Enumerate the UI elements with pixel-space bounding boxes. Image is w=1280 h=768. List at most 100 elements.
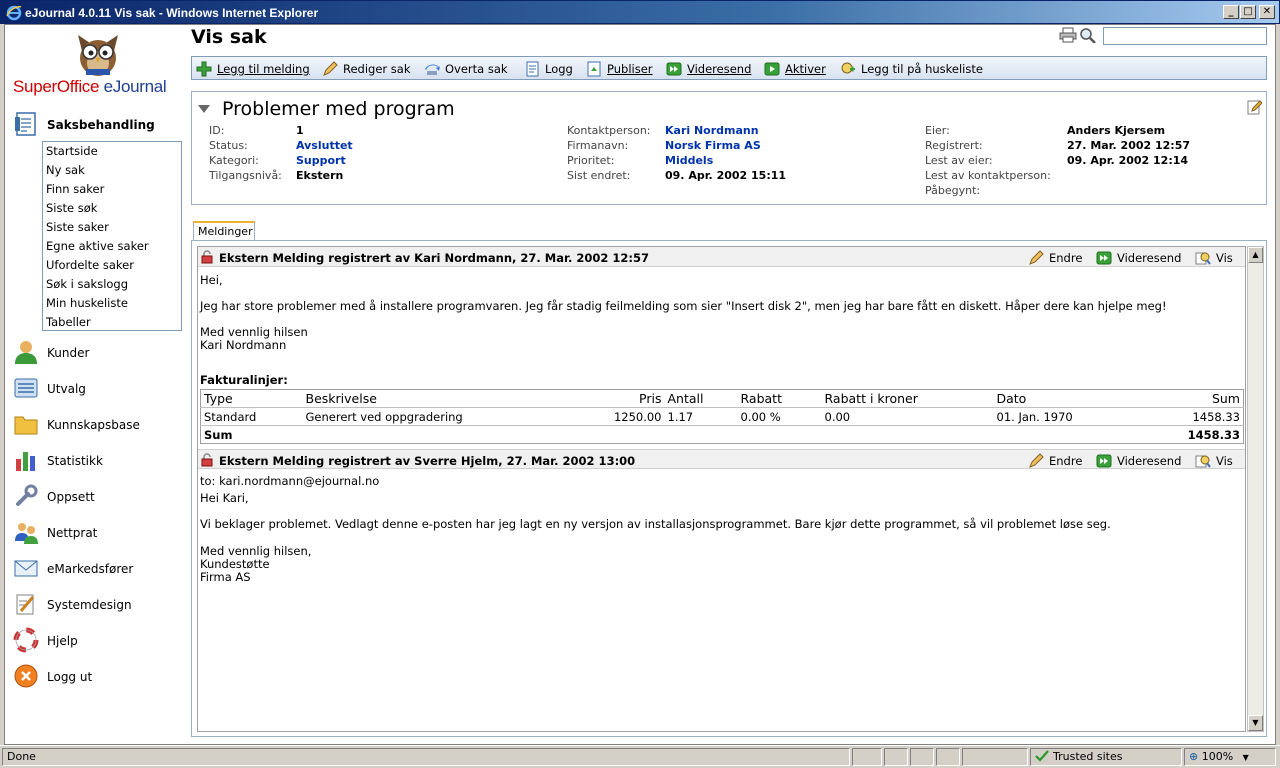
design-tools-icon <box>16 594 35 615</box>
nav-kunnskapsbase[interactable]: Kunnskapsbase <box>13 409 189 439</box>
log-button[interactable]: Logg <box>524 60 573 78</box>
action-toolbar: Legg til melding Rediger sak Overta sak <box>191 56 1267 80</box>
nav-utvalg[interactable]: Utvalg <box>13 373 189 403</box>
view-message-button[interactable]: Vis <box>1195 453 1233 469</box>
edit-message-button[interactable]: Endre <box>1028 453 1082 469</box>
view-icon <box>1195 252 1211 265</box>
nav-kunder-label: Kunder <box>47 346 90 360</box>
bar-chart-icon <box>16 452 35 471</box>
submenu-siste-saker[interactable]: Siste saker <box>43 218 181 237</box>
lifebuoy-icon <box>13 627 39 653</box>
checkmark-icon <box>1035 750 1049 762</box>
tab-meldinger[interactable]: Meldinger <box>193 221 255 241</box>
submenu-siste-sok[interactable]: Siste søk <box>43 199 181 218</box>
submenu-min-huskeliste[interactable]: Min huskeliste <box>43 294 181 313</box>
status-bar: Done Trusted sites ⊕ 100% ▼ <box>0 745 1280 768</box>
invoice-sum-row: Sum 1458.33 <box>200 425 1244 444</box>
window-titlebar: eJournal 4.0.11 Vis sak - Windows Intern… <box>0 0 1280 24</box>
add-message-button[interactable]: Legg til melding <box>196 60 310 78</box>
search-input[interactable] <box>1103 27 1267 45</box>
person-icon <box>15 341 37 364</box>
logout-icon <box>14 664 38 688</box>
field-priority: Prioritet: Middels <box>567 154 714 167</box>
forward-message-button[interactable]: Videresend <box>1096 453 1181 469</box>
nav-systemdesign-label: Systemdesign <box>47 598 132 612</box>
publish-button[interactable]: Publiser <box>586 60 653 78</box>
edit-message-button[interactable]: Endre <box>1028 250 1082 266</box>
contact-person-link[interactable]: Kari Nordmann <box>665 124 759 137</box>
forward-button[interactable]: Videresend <box>666 60 751 78</box>
collapse-triangle-icon[interactable] <box>198 104 210 114</box>
status-text: Done <box>2 748 850 766</box>
folder-icon <box>14 416 38 435</box>
nav-kunder[interactable]: Kunder <box>13 337 189 367</box>
wrench-icon <box>16 484 38 506</box>
security-zone: Trusted sites <box>1030 748 1182 766</box>
unlock-icon <box>201 250 213 264</box>
view-icon <box>1195 455 1211 468</box>
pencil-icon <box>1029 250 1044 265</box>
nav-oppsett-label: Oppsett <box>47 490 95 504</box>
category-link[interactable]: Support <box>296 154 346 167</box>
zoom-control[interactable]: ⊕ 100% ▼ <box>1184 748 1276 766</box>
field-status: Status: Avsluttet <box>209 139 353 152</box>
unlock-icon <box>201 453 213 467</box>
window-title: eJournal 4.0.11 Vis sak - Windows Intern… <box>25 6 319 20</box>
submenu-finn-saker[interactable]: Finn saker <box>43 180 181 199</box>
scroll-up-arrow-icon[interactable]: ▲ <box>1248 247 1263 263</box>
activate-icon <box>764 62 780 76</box>
case-subject: Problemer med program <box>222 98 455 120</box>
submenu-sok-i-sakslogg[interactable]: Søk i sakslogg <box>43 275 181 294</box>
submenu-egne-aktive-saker[interactable]: Egne aktive saker <box>43 237 181 256</box>
activate-button[interactable]: Aktiver <box>764 60 826 78</box>
search-icon[interactable] <box>1079 27 1097 43</box>
minimize-button[interactable]: _ <box>1223 5 1239 19</box>
nav-oppsett[interactable]: Oppsett <box>13 481 189 511</box>
priority-link[interactable]: Middels <box>665 154 713 167</box>
superoffice-ejournal-logo: SuperOffice eJournal <box>13 77 167 96</box>
forward-icon <box>666 62 682 76</box>
submenu-ny-sak[interactable]: Ny sak <box>43 161 181 180</box>
page-title: Vis sak <box>191 26 267 48</box>
field-contact-person: Kontaktperson: Kari Nordmann <box>567 124 759 137</box>
status-link[interactable]: Avsluttet <box>296 139 353 152</box>
log-icon <box>526 61 539 77</box>
vertical-scrollbar[interactable]: ▲ ▼ <box>1247 246 1264 732</box>
edit-case-button[interactable]: Rediger sak <box>322 60 411 78</box>
field-company: Firmanavn: Norsk Firma AS <box>567 139 761 152</box>
nav-systemdesign[interactable]: Systemdesign <box>13 589 189 619</box>
nav-saksbehandling-label: Saksbehandling <box>47 118 155 132</box>
nav-statistikk[interactable]: Statistikk <box>13 445 189 475</box>
view-message-button[interactable]: Vis <box>1195 250 1233 266</box>
print-icon[interactable] <box>1059 27 1077 43</box>
submenu-tabeller[interactable]: Tabeller <box>43 313 181 332</box>
message-body: Hei, Jeg har store problemer med å instal… <box>200 273 1167 352</box>
main-content: Vis sak Legg til melding Rediger sak Ove… <box>191 25 1275 744</box>
forward-message-button[interactable]: Videresend <box>1096 250 1181 266</box>
nav-statistikk-label: Statistikk <box>47 454 103 468</box>
nav-logg-ut-label: Logg ut <box>47 670 93 684</box>
nav-logg-ut[interactable]: Logg ut <box>13 661 189 691</box>
pencil-icon <box>323 61 338 76</box>
submenu-ufordelte-saker[interactable]: Ufordelte saker <box>43 256 181 275</box>
field-owner: Eier: Anders Kjersem <box>925 124 1166 137</box>
nav-emarkedsforer[interactable]: eMarkedsfører <box>13 553 189 583</box>
owl-logo-icon <box>78 35 118 76</box>
sidebar: SuperOffice eJournal Saksbehandling Star… <box>5 25 191 744</box>
edit-note-icon[interactable] <box>1246 99 1262 115</box>
submenu-startside[interactable]: Startside <box>43 142 181 161</box>
forward-icon <box>1096 454 1112 468</box>
field-read-by-owner: Lest av eier: 09. Apr. 2002 12:14 <box>925 154 1189 167</box>
take-over-case-button[interactable]: Overta sak <box>424 60 508 78</box>
scroll-down-arrow-icon[interactable]: ▼ <box>1248 715 1263 731</box>
nav-kunnskapsbase-label: Kunnskapsbase <box>47 418 140 432</box>
nav-hjelp[interactable]: Hjelp <box>13 625 189 655</box>
browser-content: SuperOffice eJournal Saksbehandling Star… <box>4 24 1276 745</box>
nav-emarkedsforer-label: eMarkedsfører <box>47 562 134 576</box>
maximize-button[interactable]: □ <box>1240 5 1256 19</box>
close-button[interactable]: ✕ <box>1259 5 1275 19</box>
nav-nettprat[interactable]: Nettprat <box>13 517 189 547</box>
add-to-reminder-list-button[interactable]: Legg til på huskeliste <box>840 60 983 78</box>
company-link[interactable]: Norsk Firma AS <box>665 139 761 152</box>
nav-saksbehandling[interactable]: Saksbehandling <box>13 109 189 139</box>
